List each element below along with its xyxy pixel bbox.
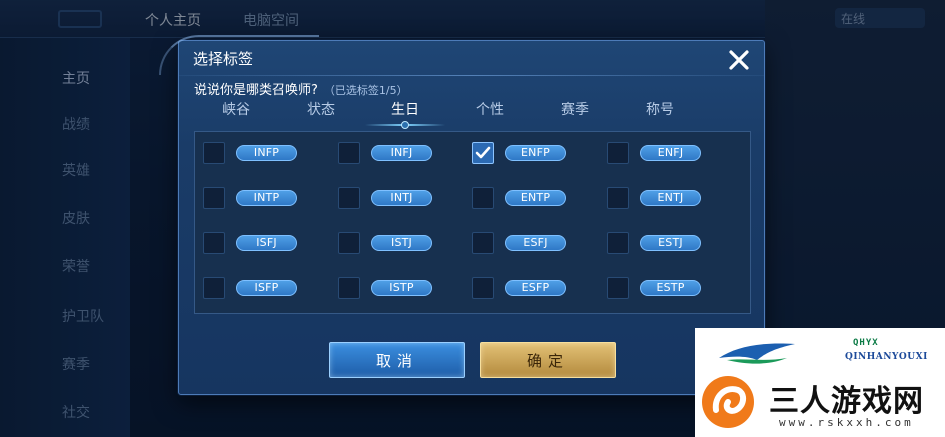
tag-checkbox-checked[interactable] (472, 142, 494, 164)
tab-season[interactable]: 赛季 (540, 99, 610, 119)
tag-option[interactable]: ENTJ (607, 186, 701, 210)
tag-pill: ESTJ (640, 235, 701, 251)
tag-category-tabs: 峡谷 状态 生日 个性 赛季 称号 (194, 97, 750, 129)
tag-option[interactable]: ISFP (203, 276, 297, 300)
watermark-brand: 三人游戏网 (769, 384, 924, 419)
tag-option[interactable]: ESTJ (607, 231, 701, 255)
question-label: 说说你是哪类召唤师? (194, 83, 318, 98)
tag-option[interactable]: ENFP (472, 141, 566, 165)
tag-pill: INTJ (371, 190, 432, 206)
tag-pill: ENTJ (640, 190, 701, 206)
tag-option[interactable]: ISTP (338, 276, 432, 300)
tab-birthday[interactable]: 生日 (370, 99, 440, 119)
watermark: QHYX QINHANYOUXI 三人游戏网 www.rskxxh.com (695, 328, 945, 437)
active-tab-dot (401, 121, 409, 129)
selected-count: （已选标签1/5） (323, 84, 408, 97)
close-icon (729, 50, 749, 70)
tag-checkbox[interactable] (338, 142, 360, 164)
tag-checkbox[interactable] (607, 187, 629, 209)
close-button[interactable] (724, 45, 754, 75)
tag-option[interactable]: INTP (203, 186, 297, 210)
tab-canyon[interactable]: 峡谷 (201, 99, 271, 119)
tag-pill: ENFP (505, 145, 566, 161)
tag-pill: ENFJ (640, 145, 701, 161)
tag-pill: ISFJ (236, 235, 297, 251)
tag-checkbox[interactable] (203, 187, 225, 209)
watermark-sub: QINHANYOUXI (845, 352, 928, 362)
tag-checkbox[interactable] (472, 232, 494, 254)
confirm-button[interactable]: 确定 (480, 342, 616, 378)
tag-checkbox[interactable] (203, 232, 225, 254)
tag-checkbox[interactable] (472, 277, 494, 299)
select-tag-dialog: 选择标签 说说你是哪类召唤师? （已选标签1/5） 峡谷 状态 生日 个性 赛季 … (159, 35, 765, 395)
tag-option[interactable]: INFJ (338, 141, 432, 165)
tag-pill: ESFJ (505, 235, 566, 251)
tag-option[interactable]: ENFJ (607, 141, 701, 165)
tag-pill: ISTJ (371, 235, 432, 251)
tag-option[interactable]: ESTP (607, 276, 701, 300)
tag-checkbox[interactable] (607, 277, 629, 299)
tab-title[interactable]: 称号 (625, 99, 695, 119)
tag-pill: ISTP (371, 280, 432, 296)
tag-pill: INFJ (371, 145, 432, 161)
tag-option[interactable]: ENTP (472, 186, 566, 210)
tag-checkbox[interactable] (607, 232, 629, 254)
tag-pill: ENTP (505, 190, 566, 206)
tag-option[interactable]: ISFJ (203, 231, 297, 255)
tag-option[interactable]: ESFJ (472, 231, 566, 255)
bird-logo-icon (719, 343, 795, 364)
watermark-url: www.rskxxh.com (779, 416, 914, 429)
tag-option[interactable]: ESFP (472, 276, 566, 300)
dialog-title: 选择标签 (193, 50, 254, 68)
tag-pill: ISFP (236, 280, 297, 296)
tag-option[interactable]: ISTJ (338, 231, 432, 255)
tab-status[interactable]: 状态 (286, 99, 356, 119)
tag-pill: ESTP (640, 280, 701, 296)
watermark-sub-box: QHYX (853, 338, 879, 348)
title-divider (179, 75, 764, 76)
cancel-button[interactable]: 取消 (329, 342, 465, 378)
tag-checkbox[interactable] (203, 277, 225, 299)
tag-option[interactable]: INTJ (338, 186, 432, 210)
question-text: 说说你是哪类召唤师? （已选标签1/5） (194, 79, 408, 98)
tag-checkbox[interactable] (607, 142, 629, 164)
tag-checkbox[interactable] (338, 187, 360, 209)
tag-option[interactable]: INFP (203, 141, 297, 165)
tag-checkbox[interactable] (338, 232, 360, 254)
tag-pill: INTP (236, 190, 297, 206)
tab-personality[interactable]: 个性 (455, 99, 525, 119)
tag-pill: INFP (236, 145, 297, 161)
brand-logo-icon (702, 376, 754, 428)
tag-checkbox[interactable] (203, 142, 225, 164)
checkmark-icon (475, 146, 491, 159)
tag-grid: INFP INFJ ENFP ENFJ INTP INTJ ENTP ENTJ … (194, 131, 751, 314)
tag-checkbox[interactable] (338, 277, 360, 299)
tag-checkbox[interactable] (472, 187, 494, 209)
tag-pill: ESFP (505, 280, 566, 296)
